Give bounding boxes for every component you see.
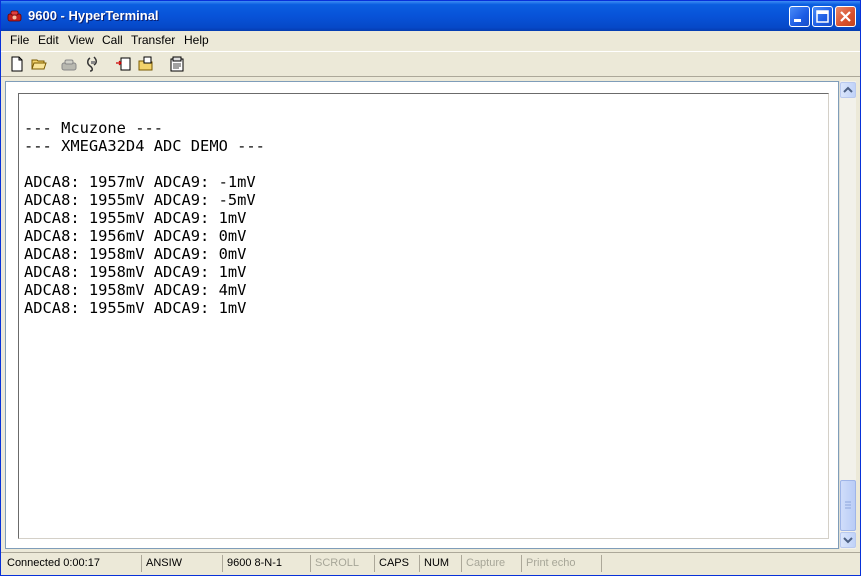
disconnect-icon[interactable] — [85, 56, 101, 72]
terminal-line: ADCA8: 1955mV ADCA9: 1mV — [24, 209, 247, 227]
status-caps: CAPS — [374, 555, 419, 572]
menu-file[interactable]: File — [10, 33, 29, 47]
terminal-line: ADCA8: 1957mV ADCA9: -1mV — [24, 173, 256, 191]
scroll-thumb[interactable] — [840, 480, 856, 531]
terminal-line: ADCA8: 1956mV ADCA9: 0mV — [24, 227, 247, 245]
terminal-line: --- XMEGA32D4 ADC DEMO --- — [24, 137, 265, 155]
arrow-up-icon — [843, 86, 853, 93]
maximize-button[interactable] — [812, 6, 833, 27]
new-icon[interactable] — [9, 56, 25, 72]
receive-icon[interactable] — [138, 56, 154, 72]
terminal-line: ADCA8: 1958mV ADCA9: 0mV — [24, 245, 247, 263]
terminal-line: ADCA8: 1958mV ADCA9: 1mV — [24, 263, 247, 281]
terminal-line: ADCA8: 1955mV ADCA9: -5mV — [24, 191, 256, 209]
minimize-icon — [794, 19, 801, 22]
menu-bar: File Edit View Call Transfer Help — [1, 31, 860, 50]
close-button[interactable] — [835, 6, 856, 27]
menu-transfer[interactable]: Transfer — [131, 33, 175, 47]
window-title: 9600 - HyperTerminal — [28, 8, 159, 23]
toolbar — [1, 51, 860, 77]
scroll-down-button[interactable] — [840, 532, 856, 548]
status-print-echo: Print echo — [521, 555, 601, 572]
status-spacer — [601, 555, 856, 572]
title-bar[interactable]: 9600 - HyperTerminal — [1, 1, 860, 31]
menu-call[interactable]: Call — [102, 33, 123, 47]
arrow-down-icon — [843, 537, 853, 544]
menu-edit[interactable]: Edit — [38, 33, 59, 47]
open-icon[interactable] — [31, 56, 47, 72]
menu-view[interactable]: View — [68, 33, 94, 47]
status-bar: Connected 0:00:17 ANSIW 9600 8-N-1 SCROL… — [1, 552, 860, 575]
menu-help[interactable]: Help — [184, 33, 209, 47]
dial-icon[interactable] — [61, 56, 77, 72]
properties-icon[interactable] — [169, 56, 185, 72]
scroll-up-button[interactable] — [840, 82, 856, 98]
terminal-frame: --- Mcuzone --- --- XMEGA32D4 ADC DEMO -… — [5, 81, 839, 549]
vertical-scrollbar[interactable] — [839, 81, 856, 549]
hyperterminal-app-icon[interactable] — [7, 8, 23, 24]
minimize-button[interactable] — [789, 6, 810, 27]
status-num: NUM — [419, 555, 461, 572]
status-capture: Capture — [461, 555, 521, 572]
status-emulation: ANSIW — [141, 555, 222, 572]
terminal-line: ADCA8: 1955mV ADCA9: 1mV — [24, 299, 247, 317]
grip-icon — [845, 501, 851, 509]
terminal-line: ADCA8: 1958mV ADCA9: 4mV — [24, 281, 247, 299]
status-scroll: SCROLL — [310, 555, 374, 572]
status-settings: 9600 8-N-1 — [222, 555, 310, 572]
send-icon[interactable] — [115, 56, 131, 72]
hyperterminal-window: 9600 - HyperTerminal File Edit View Call… — [0, 0, 861, 576]
terminal-line: --- Mcuzone --- — [24, 119, 163, 137]
close-icon — [840, 11, 851, 22]
status-connected: Connected 0:00:17 — [7, 557, 100, 569]
terminal-screen[interactable]: --- Mcuzone --- --- XMEGA32D4 ADC DEMO -… — [18, 93, 829, 539]
maximize-icon — [816, 10, 829, 23]
